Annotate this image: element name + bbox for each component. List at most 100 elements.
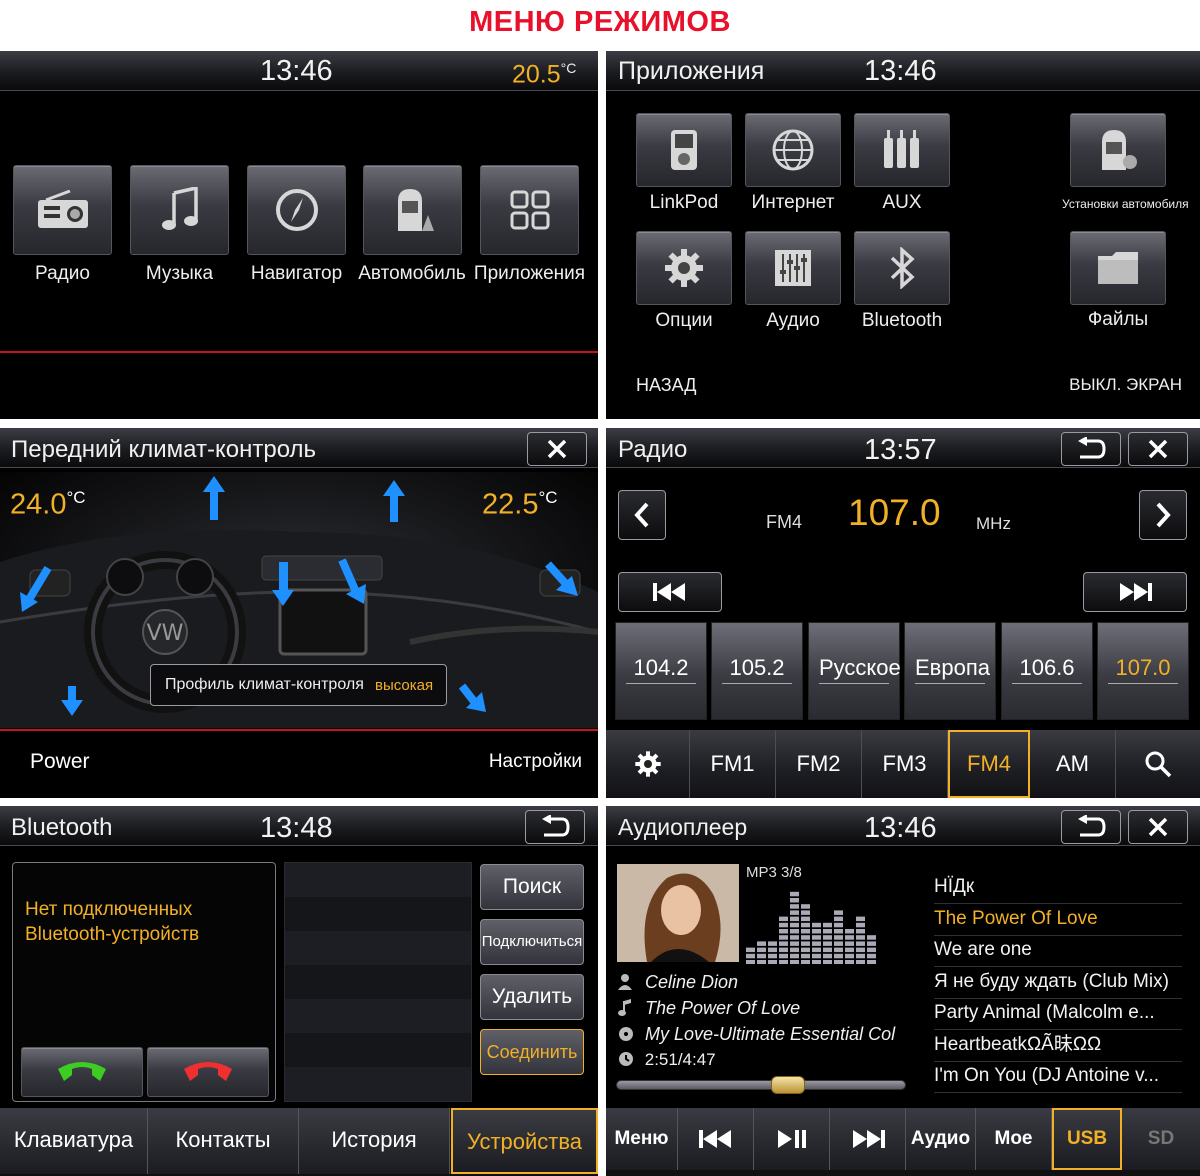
band-fm3[interactable]: FM3: [862, 730, 948, 798]
track-item[interactable]: Party Animal (Malcolm e...: [934, 998, 1182, 1030]
tab-keyboard[interactable]: Клавиатура: [0, 1108, 148, 1174]
arrow-down-icon: [20, 565, 52, 612]
frequency-display: 107.0: [848, 492, 941, 533]
my-button[interactable]: Мое: [976, 1108, 1052, 1170]
options-tile[interactable]: [636, 231, 732, 305]
no-devices-line2: Bluetooth-устройств: [25, 924, 200, 945]
main-menu-panel: 13:46 20.5°C Радио Музыка Навигатор Авто…: [0, 51, 598, 419]
tab-history[interactable]: История: [299, 1108, 450, 1174]
connect-button[interactable]: Подключиться: [480, 919, 584, 965]
audio-tile[interactable]: [745, 231, 841, 305]
arrow-down-icon: [272, 562, 294, 606]
prev-station-button[interactable]: [618, 490, 666, 540]
radio-tile[interactable]: [13, 165, 112, 255]
preset-1[interactable]: 104.2: [615, 622, 707, 720]
band-fm4[interactable]: FM4: [948, 730, 1030, 798]
track-item[interactable]: НЇДк: [934, 872, 1182, 904]
radio-label: Радио: [35, 263, 90, 284]
bluetooth-tile[interactable]: [854, 231, 950, 305]
back-arrow-icon: [1078, 436, 1106, 459]
previous-track-button[interactable]: [678, 1108, 754, 1170]
profile-label: Профиль климат-контроля: [165, 676, 364, 693]
radio-icon: [37, 190, 88, 228]
clock: 13:48: [260, 812, 333, 844]
close-button[interactable]: [1128, 432, 1188, 466]
gear-icon: [634, 751, 661, 777]
back-button[interactable]: [525, 810, 585, 844]
preset-4[interactable]: Европа: [904, 622, 996, 720]
preset-2[interactable]: 105.2: [711, 622, 803, 720]
bluetooth-panel: Bluetooth 13:48 Нет подключенных Bluetoo…: [0, 806, 598, 1176]
phone-red-icon: [184, 1062, 232, 1081]
tab-devices[interactable]: Устройства: [451, 1108, 598, 1174]
delete-button[interactable]: Удалить: [480, 974, 584, 1020]
seek-back-button[interactable]: [618, 572, 722, 612]
arrow-up-icon: [203, 476, 225, 520]
clock: 13:46: [260, 55, 333, 87]
globe-icon: [772, 129, 814, 171]
track-list[interactable]: НЇДк The Power Of Love We are one Я не буду…: [606, 806, 1200, 1106]
title-bar: Bluetooth 13:48: [0, 806, 598, 846]
internet-tile[interactable]: [745, 113, 841, 187]
tab-contacts[interactable]: Контакты: [148, 1108, 299, 1174]
menu-button[interactable]: Меню: [606, 1108, 678, 1170]
preset-5[interactable]: 106.6: [1001, 622, 1093, 720]
arrow-down-icon: [338, 558, 366, 604]
aux-plugs-icon: [884, 130, 919, 168]
music-tile[interactable]: [130, 165, 229, 255]
files-tile[interactable]: [1070, 231, 1166, 305]
band-fm1[interactable]: FM1: [690, 730, 776, 798]
aux-tile[interactable]: [854, 113, 950, 187]
play-pause-button[interactable]: [754, 1108, 830, 1170]
settings-button[interactable]: [606, 730, 690, 798]
search-button[interactable]: Поиск: [480, 864, 584, 910]
folder-icon: [1098, 252, 1138, 284]
options-label: Опции: [655, 310, 713, 331]
linkpod-tile[interactable]: [636, 113, 732, 187]
navigator-tile[interactable]: [247, 165, 346, 255]
chevron-right-icon: [1156, 502, 1171, 528]
seek-forward-button[interactable]: [1083, 572, 1187, 612]
car-settings-tile[interactable]: [1070, 113, 1166, 187]
device-list[interactable]: [284, 862, 472, 1102]
linkpod-label: LinkPod: [649, 192, 719, 213]
next-station-button[interactable]: [1139, 490, 1187, 540]
back-button[interactable]: [1061, 432, 1121, 466]
preset-3[interactable]: Русское: [808, 622, 901, 720]
track-item[interactable]: The Power Of Love: [934, 904, 1182, 936]
screen-off-button[interactable]: ВЫКЛ. ЭКРАН: [1069, 375, 1182, 395]
answer-call-button[interactable]: [21, 1047, 143, 1097]
files-label: Файлы: [1087, 309, 1149, 330]
pair-button[interactable]: Соединить: [480, 1029, 584, 1075]
close-button[interactable]: [527, 432, 587, 466]
skip-forward-icon: [1120, 583, 1152, 601]
apps-tile[interactable]: [480, 165, 579, 255]
title-bar: Передний климат-контроль: [0, 428, 598, 468]
climate-profile-button[interactable]: Профиль климат-контроля высокая: [150, 664, 447, 706]
title-bar: 13:46 20.5°C: [0, 51, 598, 91]
music-label: Музыка: [145, 263, 214, 284]
preset-6[interactable]: 107.0: [1097, 622, 1189, 720]
track-item[interactable]: I'm On You (DJ Antoine v...: [934, 1061, 1182, 1093]
bluetooth-tabs: Клавиатура Контакты История Устройства: [0, 1108, 598, 1176]
car-settings-icon: [1102, 130, 1137, 170]
divider: [0, 351, 598, 353]
track-item[interactable]: We are one: [934, 935, 1182, 967]
back-button[interactable]: НАЗАД: [636, 375, 696, 396]
band-am[interactable]: AM: [1030, 730, 1116, 798]
band-fm2[interactable]: FM2: [776, 730, 862, 798]
unit-label: MHz: [976, 514, 1011, 533]
audio-button[interactable]: Аудио: [906, 1108, 976, 1170]
next-track-button[interactable]: [830, 1108, 906, 1170]
usb-source-button[interactable]: USB: [1052, 1108, 1122, 1170]
car-tile[interactable]: [363, 165, 462, 255]
power-button[interactable]: Power: [30, 750, 90, 774]
sd-source-button[interactable]: SD: [1122, 1108, 1200, 1170]
settings-button[interactable]: Настройки: [489, 751, 582, 773]
track-item[interactable]: HeartbeatkΩÃ昧ΩΩ: [934, 1030, 1182, 1062]
search-button[interactable]: [1116, 730, 1200, 798]
end-call-button[interactable]: [147, 1047, 269, 1097]
track-item[interactable]: Я не буду ждать (Club Mix): [934, 967, 1182, 999]
aux-label: AUX: [882, 192, 922, 213]
equalizer-icon: [775, 250, 811, 286]
